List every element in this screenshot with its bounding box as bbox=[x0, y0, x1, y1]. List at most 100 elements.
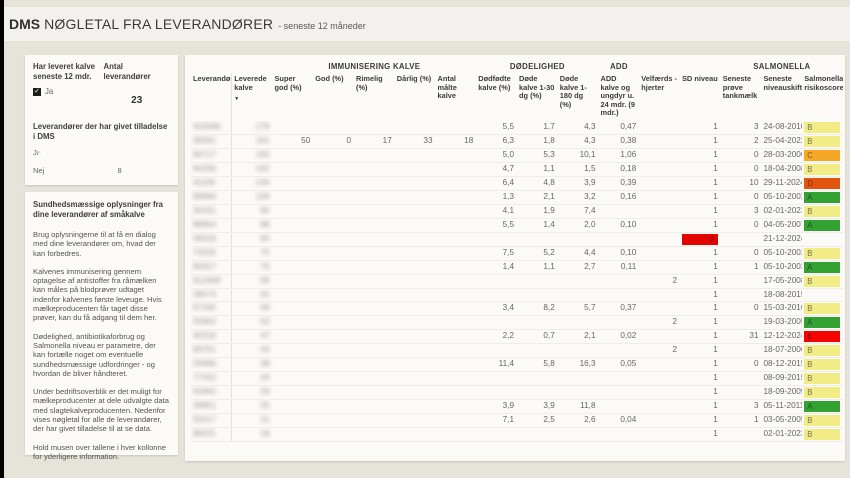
cell-prove[interactable] bbox=[721, 371, 762, 385]
cell-add[interactable]: 0,18 bbox=[599, 162, 640, 176]
cell-prove[interactable]: 0 bbox=[721, 246, 762, 260]
cell-god[interactable] bbox=[313, 204, 354, 218]
cell-skifte[interactable]: 29-11-2024 bbox=[762, 176, 803, 190]
cell-velf[interactable] bbox=[639, 260, 680, 274]
cell-god[interactable] bbox=[313, 399, 354, 413]
cell-sd[interactable]: 1 bbox=[680, 274, 721, 288]
cell-velf[interactable] bbox=[639, 427, 680, 441]
cell-sg[interactable] bbox=[273, 274, 314, 288]
cell-d180[interactable]: 4,3 bbox=[558, 121, 599, 135]
cell-d180[interactable] bbox=[558, 288, 599, 301]
cell-id[interactable]: 34161 bbox=[191, 204, 232, 218]
cell-sg[interactable] bbox=[273, 218, 314, 232]
salmonella-score-badge[interactable]: C bbox=[804, 150, 840, 161]
cell-kalve[interactable]: 38 bbox=[232, 357, 273, 371]
cell-skifte[interactable]: 05-10-2002 bbox=[762, 246, 803, 260]
cell-god[interactable] bbox=[313, 427, 354, 441]
cell-dar[interactable] bbox=[395, 301, 436, 315]
salmonella-score-badge[interactable]: B bbox=[804, 345, 840, 356]
cell-sg[interactable] bbox=[273, 315, 314, 329]
cell-rim[interactable] bbox=[354, 162, 395, 176]
salmonella-score-badge[interactable]: B bbox=[804, 387, 840, 398]
cell-d30[interactable]: 1,4 bbox=[517, 218, 558, 232]
cell-dodf[interactable]: 6,3 bbox=[476, 134, 517, 148]
cell-score[interactable]: B bbox=[802, 162, 843, 176]
cell-god[interactable]: 0 bbox=[313, 134, 354, 148]
column-header-god[interactable]: God (%) bbox=[313, 73, 354, 121]
cell-god[interactable] bbox=[313, 371, 354, 385]
column-header-skifte[interactable]: Seneste niveauskifte bbox=[762, 73, 803, 121]
cell-id[interactable]: 415566 bbox=[191, 121, 232, 135]
cell-dar[interactable] bbox=[395, 343, 436, 357]
cell-sd[interactable]: 1 bbox=[680, 399, 721, 413]
cell-rim[interactable] bbox=[354, 148, 395, 162]
cell-score[interactable]: B bbox=[802, 427, 843, 441]
cell-rim[interactable] bbox=[354, 371, 395, 385]
cell-maalte[interactable] bbox=[436, 204, 477, 218]
cell-dodf[interactable]: 7,5 bbox=[476, 246, 517, 260]
cell-id[interactable]: 67190 bbox=[191, 301, 232, 315]
cell-id[interactable]: 39951 bbox=[191, 399, 232, 413]
cell-maalte[interactable] bbox=[436, 176, 477, 190]
cell-prove[interactable]: 0 bbox=[721, 357, 762, 371]
cell-rim[interactable] bbox=[354, 301, 395, 315]
cell-rim[interactable] bbox=[354, 218, 395, 232]
cell-rim[interactable] bbox=[354, 246, 395, 260]
cell-skifte[interactable]: 24-08-2010 bbox=[762, 121, 803, 135]
cell-add[interactable]: 0,10 bbox=[599, 218, 640, 232]
cell-d180[interactable]: 11,8 bbox=[558, 399, 599, 413]
cell-dar[interactable] bbox=[395, 357, 436, 371]
cell-d30[interactable] bbox=[517, 288, 558, 301]
cell-score[interactable]: C bbox=[802, 148, 843, 162]
cell-d180[interactable] bbox=[558, 315, 599, 329]
cell-velf[interactable] bbox=[639, 413, 680, 427]
cell-prove[interactable] bbox=[721, 427, 762, 441]
cell-sg[interactable] bbox=[273, 260, 314, 274]
cell-sg[interactable] bbox=[273, 148, 314, 162]
cell-god[interactable] bbox=[313, 343, 354, 357]
cell-velf[interactable]: 2 bbox=[639, 315, 680, 329]
salmonella-score-badge[interactable]: B bbox=[804, 359, 840, 370]
cell-skifte[interactable]: 08-12-2015 bbox=[762, 357, 803, 371]
cell-d30[interactable]: 5,8 bbox=[517, 357, 558, 371]
bar-row-nej[interactable]: Nej8 bbox=[33, 164, 170, 177]
cell-d180[interactable] bbox=[558, 385, 599, 399]
cell-score[interactable]: B bbox=[802, 134, 843, 148]
cell-add[interactable] bbox=[599, 204, 640, 218]
cell-sd[interactable]: 1 bbox=[680, 288, 721, 301]
cell-add[interactable] bbox=[599, 399, 640, 413]
cell-prove[interactable] bbox=[721, 315, 762, 329]
cell-rim[interactable] bbox=[354, 288, 395, 301]
cell-sg[interactable] bbox=[273, 162, 314, 176]
cell-id[interactable]: 61842 bbox=[191, 385, 232, 399]
cell-sg[interactable] bbox=[273, 385, 314, 399]
salmonella-score-badge[interactable]: B bbox=[804, 303, 840, 314]
cell-sd[interactable]: 1 bbox=[680, 371, 721, 385]
cell-maalte[interactable] bbox=[436, 329, 477, 343]
cell-velf[interactable] bbox=[639, 218, 680, 232]
cell-dar[interactable] bbox=[395, 121, 436, 135]
cell-velf[interactable] bbox=[639, 371, 680, 385]
cell-dodf[interactable] bbox=[476, 232, 517, 246]
column-header-score[interactable]: Salmonella risikoscore bbox=[802, 73, 843, 121]
cell-id[interactable]: 77310 bbox=[191, 371, 232, 385]
cell-add[interactable]: 1,06 bbox=[599, 148, 640, 162]
salmonella-score-badge[interactable]: A bbox=[804, 401, 840, 412]
cell-rim[interactable] bbox=[354, 329, 395, 343]
cell-score[interactable]: D bbox=[802, 176, 843, 190]
cell-id[interactable]: 912408 bbox=[191, 274, 232, 288]
cell-dodf[interactable]: 3,4 bbox=[476, 301, 517, 315]
cell-score[interactable]: B bbox=[802, 246, 843, 260]
cell-d180[interactable]: 4,3 bbox=[558, 134, 599, 148]
cell-add[interactable] bbox=[599, 232, 640, 246]
cell-d30[interactable] bbox=[517, 427, 558, 441]
cell-kalve[interactable]: 25 bbox=[232, 399, 273, 413]
cell-maalte[interactable] bbox=[436, 218, 477, 232]
cell-god[interactable] bbox=[313, 232, 354, 246]
cell-d30[interactable] bbox=[517, 315, 558, 329]
cell-kalve[interactable]: 52 bbox=[232, 315, 273, 329]
cell-score[interactable]: B bbox=[802, 301, 843, 315]
cell-prove[interactable]: 0 bbox=[721, 301, 762, 315]
cell-id[interactable]: 50217 bbox=[191, 413, 232, 427]
cell-d180[interactable]: 16,3 bbox=[558, 357, 599, 371]
